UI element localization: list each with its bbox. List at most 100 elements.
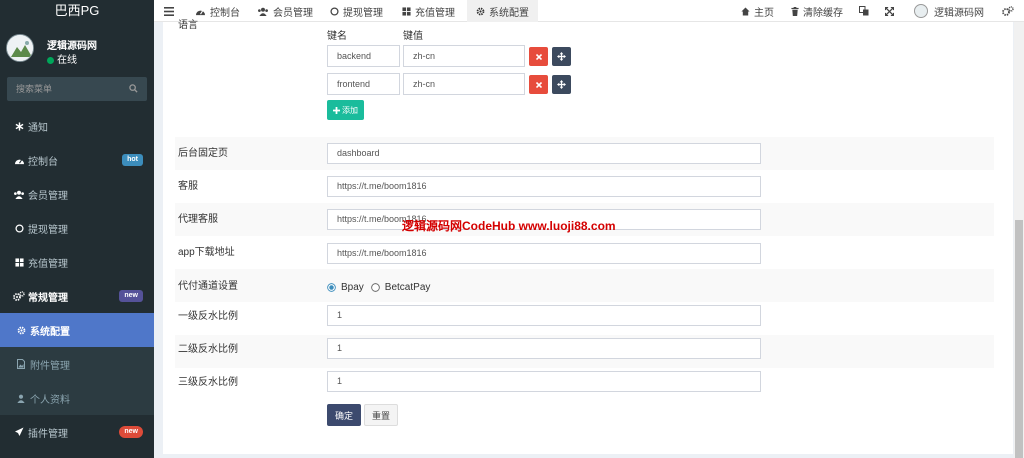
sidebar-item-label: 插件管理	[28, 428, 68, 440]
gear-icon	[14, 326, 28, 335]
user-menu[interactable]: 逻辑源码网	[914, 0, 984, 22]
dashboard-icon	[196, 9, 205, 15]
fixed-page-input[interactable]: dashboard	[327, 143, 761, 164]
circle-icon	[330, 6, 339, 16]
sidebar-menu: 通知 控制台 hot 会员管理 提现管理 充值管理 常规管理 new 系统配置	[0, 109, 154, 449]
sidebar-item-withdraw[interactable]: 提现管理	[0, 211, 154, 245]
tab-label: 控制台	[210, 7, 240, 19]
rebate-level2-input[interactable]: 1	[327, 338, 761, 359]
home-label: 主页	[754, 7, 774, 19]
move-icon	[557, 80, 566, 89]
radio-betcatpay[interactable]: BetcatPay	[370, 282, 431, 293]
form-row: 代付通道设置	[175, 269, 994, 302]
radio-unchecked-icon	[370, 283, 380, 292]
row-label: 后台固定页	[178, 148, 228, 159]
kv-key-header: 键名	[327, 31, 347, 42]
file-image-icon	[14, 359, 28, 369]
tab-label: 会员管理	[273, 7, 313, 19]
scrollbar[interactable]	[1014, 22, 1024, 458]
search-icon[interactable]	[129, 84, 138, 96]
add-row-button[interactable]: 添加	[327, 100, 364, 120]
translate-icon[interactable]	[859, 0, 873, 22]
users-icon	[258, 7, 268, 16]
sidebar-item-dashboard[interactable]: 控制台 hot	[0, 143, 154, 177]
close-icon	[535, 81, 542, 88]
drag-row-button[interactable]	[552, 47, 571, 66]
user-name: 逻辑源码网	[47, 41, 97, 52]
tab-dashboard[interactable]: 控制台	[195, 0, 240, 22]
tab-label: 充值管理	[415, 7, 455, 19]
tab-recharge[interactable]: 充值管理	[402, 0, 455, 22]
rebate-level1-input[interactable]: 1	[327, 305, 761, 326]
rebate-level3-input[interactable]: 1	[327, 371, 761, 392]
sidebar-item-label: 附件管理	[30, 360, 70, 372]
tab-label: 系统配置	[489, 7, 529, 19]
cogs-icon	[12, 291, 26, 301]
avatar	[914, 4, 928, 18]
top-navbar: 控制台 会员管理 提现管理 充值管理 系统配置 主页 清除缓存 逻辑源码网	[154, 0, 1024, 22]
search-input[interactable]	[7, 77, 123, 101]
row-label: app下载地址	[178, 247, 235, 258]
radio-checked-icon	[327, 283, 336, 292]
kv-value-input[interactable]: zh-cn	[403, 45, 525, 67]
dashboard-icon	[12, 156, 26, 165]
delete-row-button[interactable]	[529, 47, 548, 66]
sidebar-search	[7, 77, 147, 101]
submit-button[interactable]: 确定	[327, 404, 361, 426]
kv-value-header: 键值	[403, 31, 423, 42]
move-icon	[557, 52, 566, 61]
radio-bpay[interactable]: Bpay	[327, 282, 364, 293]
kv-key-input[interactable]: backend	[327, 45, 400, 67]
drag-row-button[interactable]	[552, 75, 571, 94]
close-icon	[535, 53, 542, 60]
plus-icon	[333, 106, 340, 114]
sidebar: 巴西PG 逻辑源码网 在线 通知 控制台 hot 会员管理 提现管理	[0, 0, 154, 458]
customer-service-input[interactable]: https://t.me/boom1816	[327, 176, 761, 197]
sidebar-item-members[interactable]: 会员管理	[0, 177, 154, 211]
app-logo[interactable]: 巴西PG	[0, 0, 154, 24]
reset-button[interactable]: 重置	[364, 404, 398, 426]
tab-label: 提现管理	[343, 7, 383, 19]
sidebar-item-profile[interactable]: 个人资料	[0, 381, 154, 415]
add-label: 添加	[342, 105, 358, 115]
settings-icon[interactable]	[1002, 0, 1018, 22]
sidebar-item-label: 会员管理	[28, 190, 68, 202]
sidebar-item-notice[interactable]: 通知	[0, 109, 154, 143]
avatar	[6, 34, 34, 62]
sidebar-item-system-config[interactable]: 系统配置	[0, 313, 154, 347]
fullscreen-icon[interactable]	[885, 0, 898, 22]
radio-label: Bpay	[341, 282, 364, 293]
grid-icon	[402, 6, 411, 16]
menu-toggle-icon[interactable]	[164, 0, 178, 22]
row-label: 语言	[178, 20, 198, 31]
user-icon	[14, 394, 28, 403]
sidebar-item-attachments[interactable]: 附件管理	[0, 347, 154, 381]
sidebar-item-label: 控制台	[28, 156, 58, 168]
radio-label: BetcatPay	[384, 282, 431, 293]
sidebar-item-plugins[interactable]: 插件管理 new	[0, 415, 154, 449]
language-row: 语言 键名 键值 backend zh-cn frontend zh-cn 添加	[175, 20, 994, 136]
circle-icon	[12, 223, 26, 233]
tab-members[interactable]: 会员管理	[257, 0, 313, 22]
row-label: 三级反水比例	[178, 377, 238, 388]
home-link[interactable]: 主页	[741, 0, 774, 22]
tab-withdraw[interactable]: 提现管理	[330, 0, 383, 22]
row-label: 一级反水比例	[178, 311, 238, 322]
kv-key-input[interactable]: frontend	[327, 73, 400, 95]
sidebar-item-recharge[interactable]: 充值管理	[0, 245, 154, 279]
user-menu-name: 逻辑源码网	[934, 7, 984, 19]
sidebar-item-label: 充值管理	[28, 258, 68, 270]
delete-row-button[interactable]	[529, 75, 548, 94]
clear-cache-button[interactable]: 清除缓存	[791, 0, 843, 22]
user-status: 在线	[47, 51, 77, 66]
scroll-thumb[interactable]	[1015, 220, 1023, 458]
app-download-input[interactable]: https://t.me/boom1816	[327, 243, 761, 264]
clear-cache-label: 清除缓存	[803, 7, 843, 19]
tab-system-config[interactable]: 系统配置	[467, 0, 538, 22]
sidebar-item-general[interactable]: 常规管理 new	[0, 279, 154, 313]
new-badge: new	[119, 290, 143, 302]
row-label: 代付通道设置	[178, 281, 238, 292]
rocket-icon	[12, 427, 26, 437]
kv-value-input[interactable]: zh-cn	[403, 73, 525, 95]
row-label: 客服	[178, 181, 198, 192]
